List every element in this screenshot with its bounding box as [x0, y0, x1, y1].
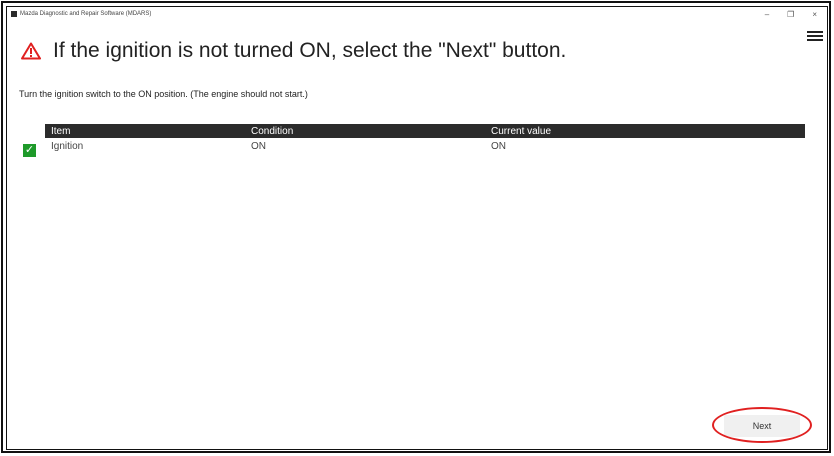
checkmark-icon: ✓ — [24, 144, 35, 156]
table-header: Item Condition Current value — [45, 124, 805, 138]
next-button[interactable]: Next — [724, 415, 800, 437]
column-header-item: Item — [51, 125, 71, 137]
cell-item: Ignition — [51, 140, 84, 152]
column-header-condition: Condition — [251, 125, 294, 137]
restore-button[interactable]: ❐ — [787, 10, 794, 19]
hamburger-menu-icon[interactable] — [807, 31, 823, 43]
instruction-text: Turn the ignition switch to the ON posit… — [19, 89, 308, 99]
row-checkbox[interactable]: ✓ — [23, 144, 36, 157]
cell-current-value: ON — [491, 140, 506, 152]
app-window: Mazda Diagnostic and Repair Software (MD… — [6, 6, 828, 450]
title-bar: Mazda Diagnostic and Repair Software (MD… — [7, 7, 827, 21]
minimize-button[interactable]: – — [765, 10, 769, 19]
close-button[interactable]: × — [812, 10, 817, 19]
warning-triangle-icon — [21, 42, 41, 60]
page-title-text: If the ignition is not turned ON, select… — [53, 39, 567, 62]
table-row[interactable]: Ignition ON ON — [45, 138, 805, 154]
app-icon — [11, 11, 17, 17]
next-button-area: Next — [712, 407, 812, 443]
window-title: Mazda Diagnostic and Repair Software (MD… — [20, 11, 152, 17]
status-table: Item Condition Current value Ignition ON… — [45, 124, 805, 154]
cell-condition: ON — [251, 140, 266, 152]
page-title: If the ignition is not turned ON, select… — [21, 39, 566, 63]
window-controls: – ❐ × — [765, 7, 817, 21]
column-header-current-value: Current value — [491, 125, 552, 137]
